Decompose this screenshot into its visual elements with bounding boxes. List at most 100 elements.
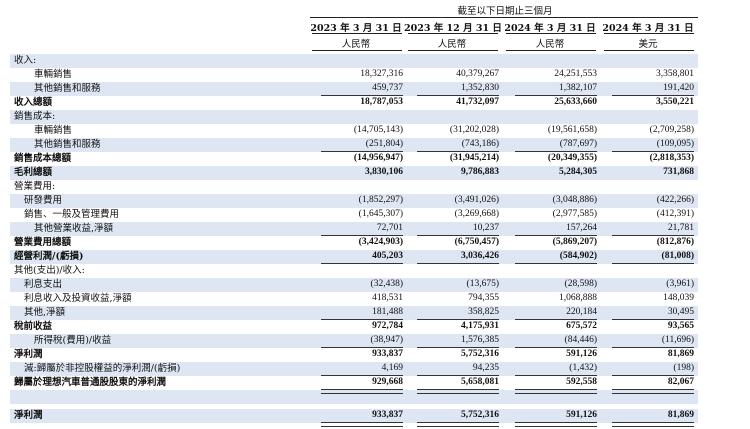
row-value-col-2: 5,658,081 (461, 377, 499, 387)
income-statement: 截至以下日期止三個月 2023 年 3 月 31 日 2023 年 12 月 3… (0, 0, 750, 429)
row-value-col-4: (11,696) (661, 335, 694, 345)
table-row-other-sales-revenue: 其他銷售和服務 459,737 1,352,830 1,382,107 191,420 (10, 82, 698, 96)
row-label: 稅前收益 (14, 321, 53, 332)
row-label: 研發費用 (24, 195, 63, 206)
row-value-col-2: (31,945,214) (449, 153, 499, 163)
row-value-col-2: 3,036,426 (461, 251, 499, 261)
subtotal-rule (321, 347, 403, 348)
table-row-other-sales-cost: 其他銷售和服務 (251,804) (743,186) (787,697) (109,0… (10, 138, 698, 152)
table-row-less-noncontrolling: 減:歸屬於非控股權益的淨利潤/(虧損) 4,169 94,235 (1,432) (19… (10, 362, 698, 376)
row-value-col-1: 18,327,316 (360, 69, 403, 79)
row-value-col-1: (3,424,903) (358, 237, 403, 247)
subtotal-rule (515, 319, 597, 320)
subtotal-rule (612, 151, 694, 152)
table-row-revenues-heading: 收入: (10, 54, 698, 68)
subtotal-rule (417, 235, 499, 236)
row-value-col-4: (109,095) (656, 139, 694, 149)
total-double-rule (515, 389, 597, 394)
table-row-gross-profit: 毛利總額 3,830,106 9,786,883 5,284,305 731,868 (10, 166, 698, 180)
row-value-col-4: 3,550,221 (656, 97, 694, 107)
row-value-col-2: (13,675) (466, 279, 499, 289)
row-label: 銷售成本: (14, 111, 56, 122)
subtotal-rule (515, 235, 597, 236)
subtotal-rule (612, 347, 694, 348)
row-value-col-3: 24,251,553 (554, 69, 597, 79)
subtotal-rule (321, 151, 403, 152)
row-value-col-4: 148,039 (663, 293, 694, 303)
row-value-col-3: (5,869,207) (552, 237, 597, 247)
row-value-col-1: (251,804) (365, 139, 403, 149)
row-value-col-3: 5,284,305 (559, 167, 597, 177)
row-value-col-4: (812,876) (656, 237, 694, 247)
row-value-col-3: 157,264 (566, 223, 597, 233)
row-value-col-2: 4,175,931 (461, 321, 499, 331)
table-row-income-before-tax: 稅前收益 972,784 4,175,931 675,572 93,565 (10, 320, 698, 334)
row-value-col-4: (81,008) (661, 251, 694, 261)
row-value-col-3: (584,902) (559, 251, 597, 261)
row-value-col-2: 5,752,316 (461, 349, 499, 359)
subtotal-rule (612, 235, 694, 236)
subtotal-rule (612, 95, 694, 96)
row-value-col-2: 1,576,385 (461, 335, 499, 345)
column-date-underline-2 (408, 33, 498, 34)
subtotal-rule (417, 347, 499, 348)
row-value-col-3: 220,184 (566, 307, 597, 317)
row-value-col-4: (198) (673, 363, 694, 373)
row-value-col-4: (2,709,258) (649, 125, 694, 135)
column-date-underline-4 (604, 33, 694, 34)
row-value-col-3: 1,382,107 (559, 83, 597, 93)
table-row-total-operating-expenses: 營業費用總額 (3,424,903) (6,750,457) (5,869,207) (… (10, 236, 698, 250)
subtotal-rule (612, 319, 694, 320)
table-row-other-income-heading: 其他(支出)/收入: (10, 264, 698, 278)
table-row-interest-investment-income: 利息收入及投資收益,淨額 418,531 794,355 1,068,888 148,0… (10, 292, 698, 306)
table-row-total-revenues: 收入總額 18,787,053 41,732,097 25,633,660 3,550,… (10, 96, 698, 110)
row-value-col-1: 4,169 (381, 363, 403, 373)
column-currency-underline-3 (506, 50, 596, 51)
subtotal-rule (515, 151, 597, 152)
row-value-col-2: 41,732,097 (456, 97, 499, 107)
row-value-col-2: (3,269,668) (454, 209, 499, 219)
subtotal-rule (321, 375, 403, 376)
row-value-col-2: 10,237 (472, 223, 499, 233)
row-value-col-4: 82,067 (667, 377, 694, 387)
subtotal-rule (417, 375, 499, 376)
row-label: 收入總額 (14, 97, 53, 108)
row-value-col-2: (743,186) (461, 139, 499, 149)
table-row-total-cost-of-sales: 銷售成本總額 (14,956,947) (31,945,214) (20,349,35… (10, 152, 698, 166)
subtotal-rule (515, 263, 597, 264)
row-value-col-3: (2,977,585) (552, 209, 597, 219)
row-label: 淨利潤 (14, 349, 43, 360)
row-label: 利息支出 (24, 279, 63, 290)
row-value-col-4: (422,266) (656, 195, 694, 205)
row-value-col-4: 191,420 (663, 83, 694, 93)
subtotal-rule (417, 95, 499, 96)
column-date-1: 2023 年 3 月 31 日 (310, 23, 402, 34)
row-value-col-2: 94,235 (472, 363, 499, 373)
row-value-col-2: 358,825 (468, 307, 499, 317)
table-row-cost-of-sales-heading: 銷售成本: (10, 110, 698, 124)
row-label: 營業費用: (14, 181, 56, 192)
subtotal-rule (321, 319, 403, 320)
row-value-col-1: 181,488 (372, 307, 403, 317)
row-value-col-2: 1,352,830 (461, 83, 499, 93)
row-value-col-4: 731,868 (663, 167, 694, 177)
column-date-underline-3 (506, 33, 596, 34)
column-currency-underline-1 (312, 50, 402, 51)
row-value-col-1: 933,837 (372, 410, 403, 420)
subtotal-rule (515, 375, 597, 376)
row-value-col-2: 40,379,267 (456, 69, 499, 79)
row-value-col-3: (19,561,658) (547, 125, 597, 135)
row-value-col-4: 30,495 (667, 307, 694, 317)
row-label: 減:歸屬於非控股權益的淨利潤/(虧損) (24, 363, 181, 374)
row-value-col-4: (2,818,353) (649, 153, 694, 163)
row-value-col-1: 933,837 (372, 349, 403, 359)
row-label: 歸屬於理想汽車普通股股東的淨利潤 (14, 377, 167, 388)
subtotal-rule (612, 263, 694, 264)
row-value-col-2: (6,750,457) (454, 237, 499, 247)
row-value-col-3: 675,572 (566, 321, 597, 331)
total-double-rule (321, 389, 403, 394)
row-label: 毛利總額 (14, 167, 53, 178)
table-row-others-net: 其他,淨額 181,488 358,825 220,184 30,495 (10, 306, 698, 320)
row-value-col-1: 18,787,053 (360, 97, 403, 107)
period-title: 截至以下日期止三個月 (457, 6, 553, 17)
